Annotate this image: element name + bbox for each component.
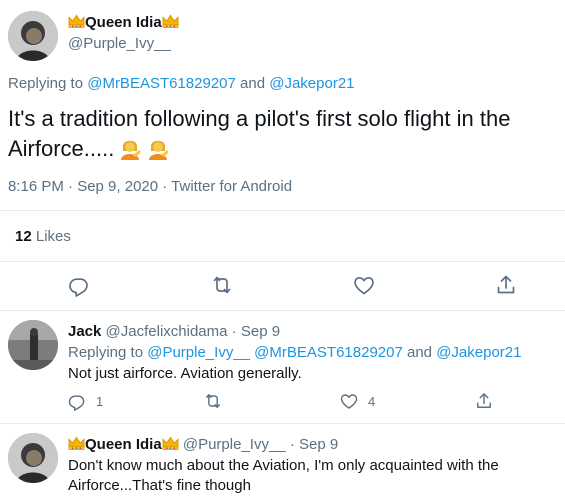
- divider: [0, 210, 565, 211]
- mention-link[interactable]: @Jakepor21: [269, 75, 354, 92]
- retweet-icon: [210, 273, 234, 297]
- reply-button[interactable]: 1: [67, 391, 103, 411]
- tweet-meta[interactable]: 8:16 PM · Sep 9, 2020 · Twitter for Andr…: [8, 178, 292, 195]
- replying-and: and: [240, 75, 266, 92]
- reply-text-line: Don't know much about the Aviation, I'm …: [68, 457, 499, 474]
- avatar[interactable]: [8, 11, 58, 61]
- author-handle[interactable]: @Jacfelixchidama: [106, 323, 228, 340]
- divider: [0, 310, 565, 311]
- share-button[interactable]: [494, 273, 518, 297]
- separator-dot: ·: [231, 323, 237, 340]
- mention-link[interactable]: @MrBEAST61829207: [87, 75, 236, 92]
- replying-and: and: [406, 344, 433, 361]
- divider: [0, 261, 565, 262]
- avatar[interactable]: [8, 320, 58, 370]
- author-handle[interactable]: @Purple_Ivy__: [183, 436, 286, 453]
- divider: [0, 423, 565, 424]
- avatar-photo: [8, 11, 58, 61]
- reply-text: Don't know much about the Aviation, I'm …: [68, 456, 499, 496]
- retweet-icon: [203, 391, 223, 411]
- like-count: 4: [368, 393, 376, 409]
- reply-header: Jack @Jacfelixchidama · Sep 9: [68, 323, 280, 340]
- reply-icon: [67, 273, 91, 297]
- replying-to: Replying to @MrBEAST61829207 and @Jakepo…: [8, 75, 355, 92]
- display-name[interactable]: Queen Idia: [85, 436, 162, 453]
- author-handle[interactable]: @Purple_Ivy__: [68, 35, 171, 52]
- reply-count: 1: [96, 393, 104, 409]
- avatar-photo: [8, 433, 58, 483]
- reply-header: Queen Idia @Purple_Ivy__ · Sep 9: [68, 436, 338, 453]
- reply-icon: [67, 391, 87, 411]
- retweet-button[interactable]: [203, 391, 223, 411]
- retweet-button[interactable]: [210, 273, 234, 297]
- crown-emoji-icon: [68, 436, 85, 450]
- like-icon: [339, 391, 359, 411]
- display-name[interactable]: Jack: [68, 323, 101, 340]
- avatar-photo: [8, 320, 58, 370]
- reply-text-line: Airforce...That's fine though: [68, 477, 251, 494]
- mention-link[interactable]: @Purple_Ivy__: [147, 344, 250, 361]
- like-button[interactable]: [352, 273, 376, 297]
- likes-count: 12: [15, 228, 32, 245]
- reply-date[interactable]: Sep 9: [299, 436, 338, 453]
- reply-date[interactable]: Sep 9: [241, 323, 280, 340]
- crown-emoji-icon: [68, 14, 85, 28]
- like-button[interactable]: 4: [339, 391, 375, 411]
- person-tipping-hand-emoji-icon: [146, 136, 170, 160]
- share-icon: [494, 273, 518, 297]
- replying-to-label: Replying to: [8, 75, 84, 92]
- mention-link[interactable]: @Jakepor21: [436, 344, 521, 361]
- share-button[interactable]: [474, 391, 494, 411]
- crown-emoji-icon: [162, 436, 179, 450]
- person-tipping-hand-emoji-icon: [118, 136, 142, 160]
- reply-button[interactable]: [67, 273, 91, 297]
- avatar[interactable]: [8, 433, 58, 483]
- reply-text: Not just airforce. Aviation generally.: [68, 365, 302, 382]
- mention-link[interactable]: @MrBEAST61829207: [254, 344, 403, 361]
- crown-emoji-icon: [162, 14, 179, 28]
- display-name: Queen Idia: [85, 14, 162, 31]
- like-icon: [352, 273, 376, 297]
- author-name[interactable]: Queen Idia: [68, 14, 179, 32]
- replying-to: Replying to @Purple_Ivy__ @MrBEAST618292…: [68, 344, 521, 361]
- tweet-text-body: It's a tradition following a pilot's fir…: [8, 106, 511, 161]
- replying-to-label: Replying to: [68, 344, 144, 361]
- tweet-text: It's a tradition following a pilot's fir…: [8, 104, 558, 164]
- separator-dot: ·: [289, 436, 295, 453]
- likes-label: Likes: [35, 228, 71, 245]
- likes-stat[interactable]: 12 Likes: [15, 228, 71, 245]
- share-icon: [474, 391, 494, 411]
